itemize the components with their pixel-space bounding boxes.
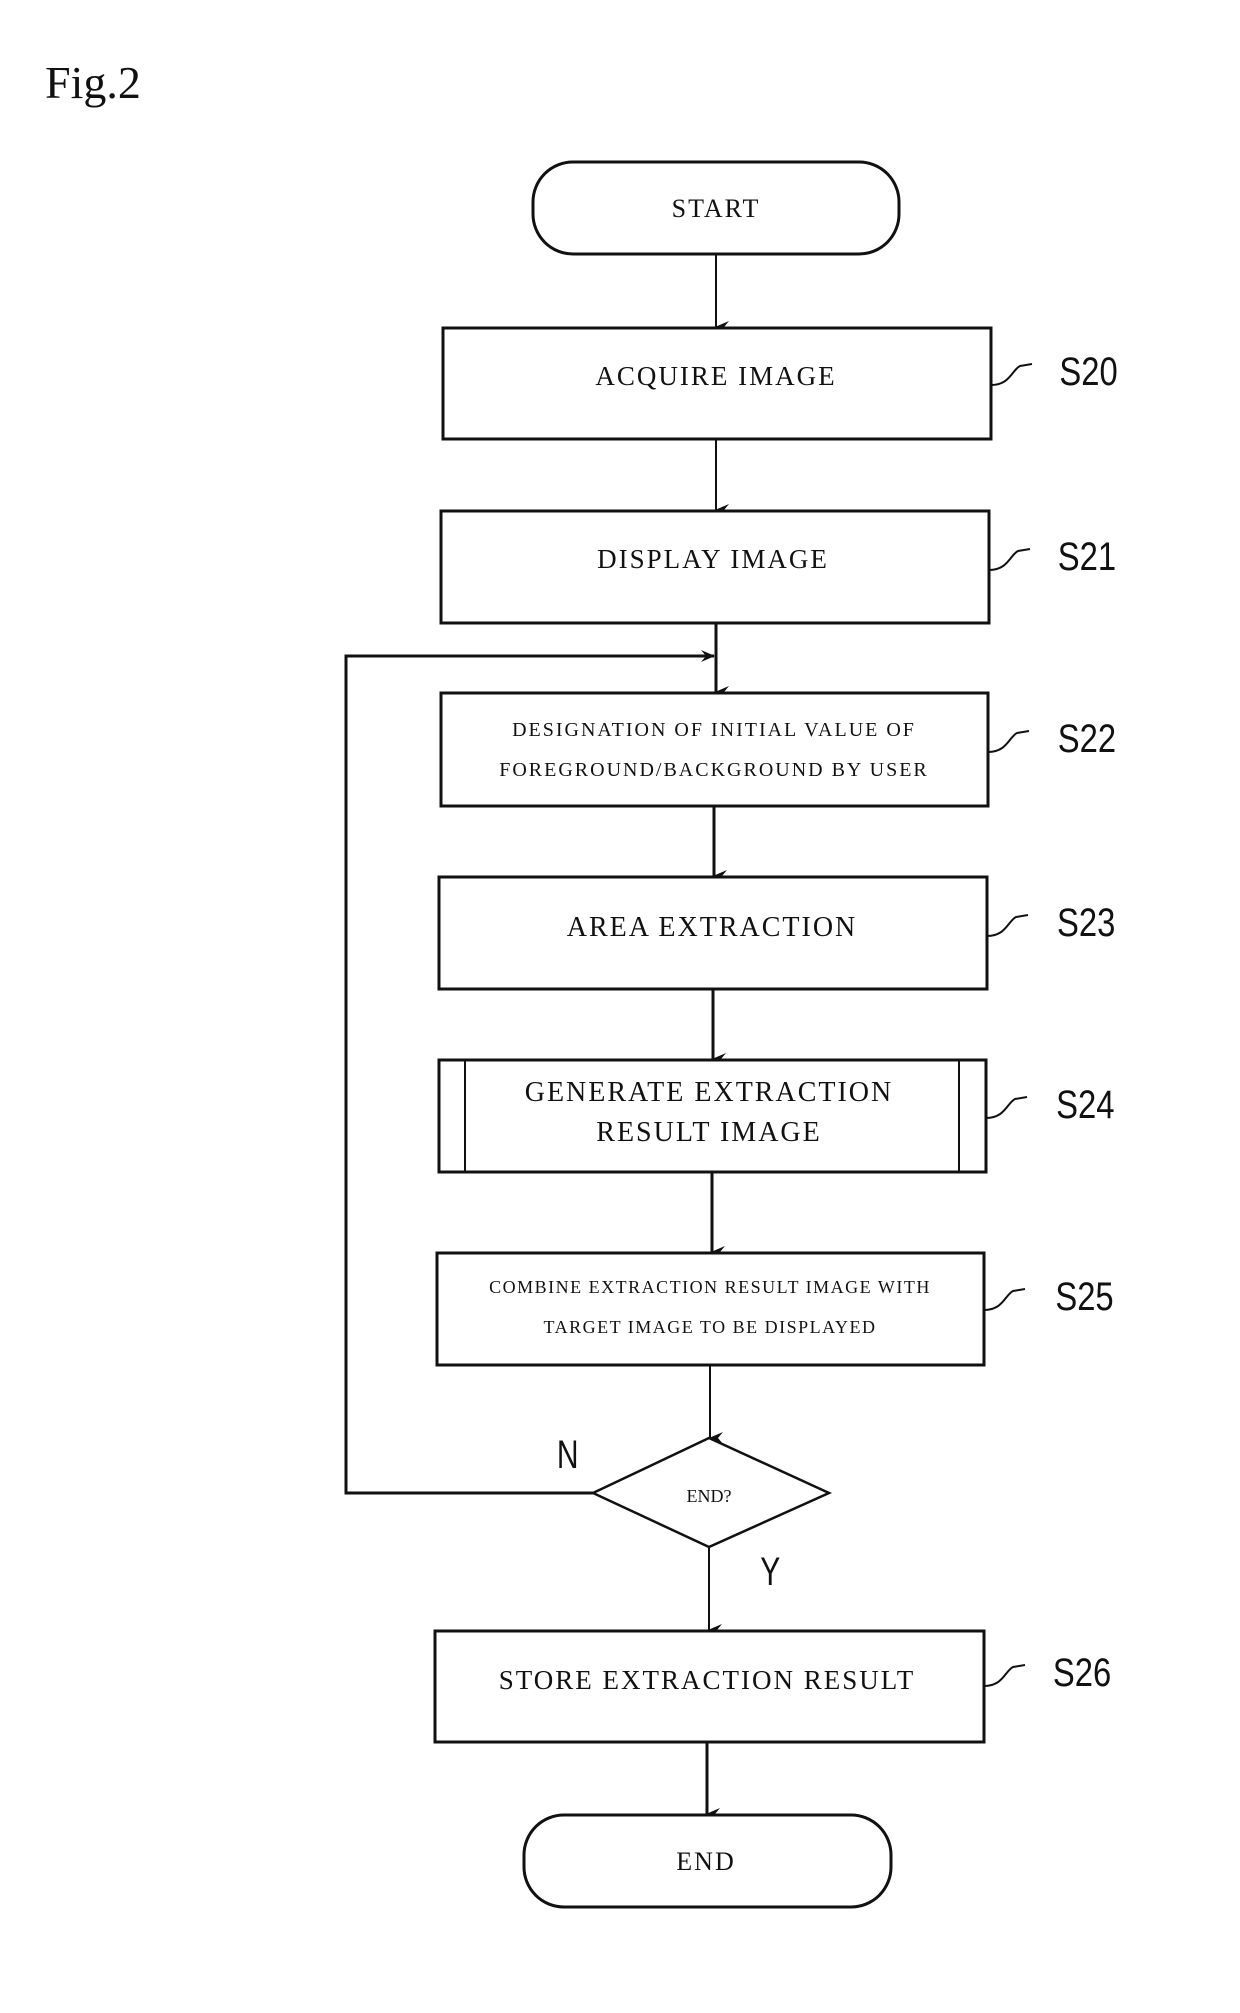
step-s22-text-line2: FOREGROUND/BACKGROUND BY USER bbox=[499, 759, 929, 781]
step-s25-leader bbox=[983, 1288, 1026, 1311]
decision-yes-label: Y bbox=[760, 1550, 780, 1594]
step-s24-text-line1: GENERATE EXTRACTION bbox=[525, 1077, 894, 1108]
start-terminal: START bbox=[531, 160, 901, 256]
step-s21-id: S21 bbox=[1058, 534, 1116, 579]
step-s26-id: S26 bbox=[1053, 1650, 1111, 1695]
step-s20-id: S20 bbox=[1059, 349, 1117, 394]
decision-label: END? bbox=[687, 1486, 732, 1506]
figure-title: Fig.2 bbox=[45, 57, 141, 108]
step-s22-box bbox=[439, 691, 990, 808]
step-s23: AREA EXTRACTION S23 bbox=[437, 875, 1115, 991]
step-s26-text: STORE EXTRACTION RESULT bbox=[499, 1665, 916, 1695]
step-s24-leader bbox=[985, 1096, 1028, 1119]
step-s25: COMBINE EXTRACTION RESULT IMAGE WITH TAR… bbox=[435, 1251, 1114, 1367]
step-s23-id: S23 bbox=[1057, 900, 1115, 945]
end-terminal: END bbox=[522, 1813, 893, 1909]
step-s24-text-line2: RESULT IMAGE bbox=[596, 1117, 821, 1148]
step-s26: STORE EXTRACTION RESULT S26 bbox=[433, 1629, 1111, 1744]
step-s26-leader bbox=[983, 1664, 1026, 1687]
decision-no-label: N bbox=[557, 1433, 579, 1477]
step-s24: GENERATE EXTRACTION RESULT IMAGE S24 bbox=[437, 1058, 1115, 1174]
flowchart-canvas: Fig.2 START ACQUIRE IMAGE S20 DISPLAY IM… bbox=[45, 57, 1118, 1909]
step-s24-id: S24 bbox=[1056, 1082, 1114, 1127]
step-s23-leader bbox=[986, 914, 1029, 937]
step-s22-text-line1: DESIGNATION OF INITIAL VALUE OF bbox=[512, 719, 916, 741]
step-s20-text: ACQUIRE IMAGE bbox=[595, 361, 836, 391]
step-s23-text: AREA EXTRACTION bbox=[567, 912, 858, 943]
start-label: START bbox=[672, 194, 761, 223]
step-s22-leader bbox=[987, 730, 1030, 753]
step-s25-text-line1: COMBINE EXTRACTION RESULT IMAGE WITH bbox=[489, 1277, 931, 1297]
step-s21-leader bbox=[988, 548, 1031, 571]
step-s20-leader bbox=[990, 363, 1033, 386]
step-s22: DESIGNATION OF INITIAL VALUE OF FOREGROU… bbox=[439, 691, 1116, 808]
end-label: END bbox=[676, 1847, 735, 1876]
step-s21-text: DISPLAY IMAGE bbox=[597, 544, 829, 574]
step-s22-id: S22 bbox=[1058, 716, 1116, 761]
step-s20: ACQUIRE IMAGE S20 bbox=[441, 326, 1118, 441]
step-s25-box bbox=[435, 1251, 986, 1367]
step-s25-id: S25 bbox=[1055, 1274, 1113, 1319]
decision-end: END? N Y bbox=[557, 1433, 833, 1594]
step-s25-text-line2: TARGET IMAGE TO BE DISPLAYED bbox=[544, 1317, 877, 1337]
step-s21: DISPLAY IMAGE S21 bbox=[439, 509, 1116, 625]
